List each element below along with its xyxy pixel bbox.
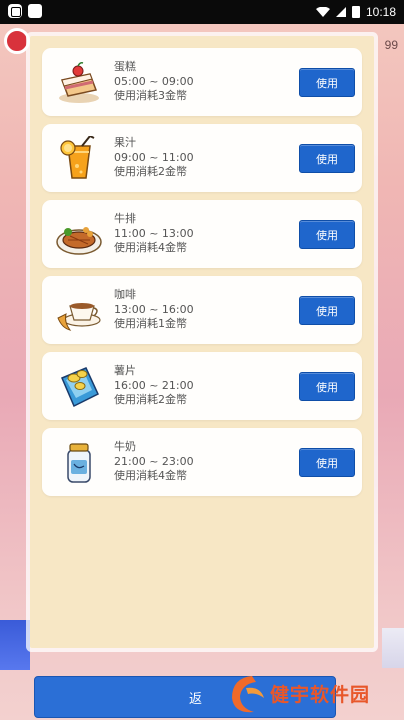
use-button[interactable]: 使用 <box>299 68 355 97</box>
item-cost: 使用消耗2金幣 <box>114 393 187 406</box>
app-icon <box>8 4 22 18</box>
status-bar-left-icons <box>8 4 42 18</box>
list-item: 薯片 16:00 ~ 21:00 使用消耗2金幣 使用 <box>42 352 362 420</box>
list-item: 果汁 09:00 ~ 11:00 使用消耗2金幣 使用 <box>42 124 362 192</box>
use-button[interactable]: 使用 <box>299 220 355 249</box>
item-cost: 使用消耗4金幣 <box>114 469 187 482</box>
background-right-strip <box>382 628 404 668</box>
use-button[interactable]: 使用 <box>299 448 355 477</box>
milk-icon <box>67 443 91 483</box>
wifi-icon <box>315 7 330 17</box>
item-name: 果汁 <box>114 136 136 149</box>
background-badge <box>4 28 30 54</box>
item-texts: 咖啡 13:00 ~ 16:00 使用消耗1金幣 <box>114 288 194 332</box>
background-left-strip <box>0 620 30 670</box>
item-time: 05:00 ~ 09:00 <box>114 74 194 88</box>
item-texts: 果汁 09:00 ~ 11:00 使用消耗2金幣 <box>114 136 194 180</box>
signal-icon <box>335 7 346 17</box>
item-time: 13:00 ~ 16:00 <box>114 302 194 316</box>
app-icon-square <box>28 4 42 18</box>
watermark: 健宇软件园 <box>222 670 400 718</box>
coffee-icon <box>57 303 101 331</box>
use-button[interactable]: 使用 <box>299 296 355 325</box>
watermark-logo-icon <box>232 676 264 713</box>
item-texts: 蛋糕 05:00 ~ 09:00 使用消耗3金幣 <box>114 60 194 104</box>
item-name: 薯片 <box>114 364 136 377</box>
return-button-label: 返 <box>189 692 203 707</box>
item-time: 16:00 ~ 21:00 <box>114 378 194 392</box>
chips-icon <box>61 367 99 408</box>
item-texts: 薯片 16:00 ~ 21:00 使用消耗2金幣 <box>114 364 194 408</box>
item-name: 咖啡 <box>114 288 136 301</box>
item-cost: 使用消耗3金幣 <box>114 89 187 102</box>
item-name: 牛奶 <box>114 440 136 453</box>
status-time: 10:18 <box>365 5 396 19</box>
steak-icon <box>56 227 102 255</box>
list-item: 咖啡 13:00 ~ 16:00 使用消耗1金幣 使用 <box>42 276 362 344</box>
item-texts: 牛排 11:00 ~ 13:00 使用消耗4金幣 <box>114 212 194 256</box>
use-button[interactable]: 使用 <box>299 372 355 401</box>
item-time: 09:00 ~ 11:00 <box>114 150 194 164</box>
use-button[interactable]: 使用 <box>299 144 355 173</box>
status-bar: 10:18 <box>0 0 404 24</box>
item-texts: 牛奶 21:00 ~ 23:00 使用消耗4金幣 <box>114 440 194 484</box>
list-item: 蛋糕 05:00 ~ 09:00 使用消耗3金幣 使用 <box>42 48 362 116</box>
list-item: 牛奶 21:00 ~ 23:00 使用消耗4金幣 使用 <box>42 428 362 496</box>
juice-icon <box>60 136 95 179</box>
item-cost: 使用消耗4金幣 <box>114 241 187 254</box>
item-name: 蛋糕 <box>114 60 136 73</box>
item-cost: 使用消耗1金幣 <box>114 317 187 330</box>
item-time: 11:00 ~ 13:00 <box>114 226 194 240</box>
battery-icon <box>351 6 360 18</box>
watermark-text: 健宇软件园 <box>270 684 371 706</box>
food-list-panel: 蛋糕 05:00 ~ 09:00 使用消耗3金幣 使用 果汁 09:00 ~ 1… <box>30 36 374 648</box>
item-cost: 使用消耗2金幣 <box>114 165 187 178</box>
item-name: 牛排 <box>114 212 136 225</box>
item-time: 21:00 ~ 23:00 <box>114 454 194 468</box>
cake-icon <box>59 62 99 103</box>
list-item: 牛排 11:00 ~ 13:00 使用消耗4金幣 使用 <box>42 200 362 268</box>
status-bar-right: 10:18 <box>315 0 396 24</box>
background-number: 99 <box>384 38 398 52</box>
